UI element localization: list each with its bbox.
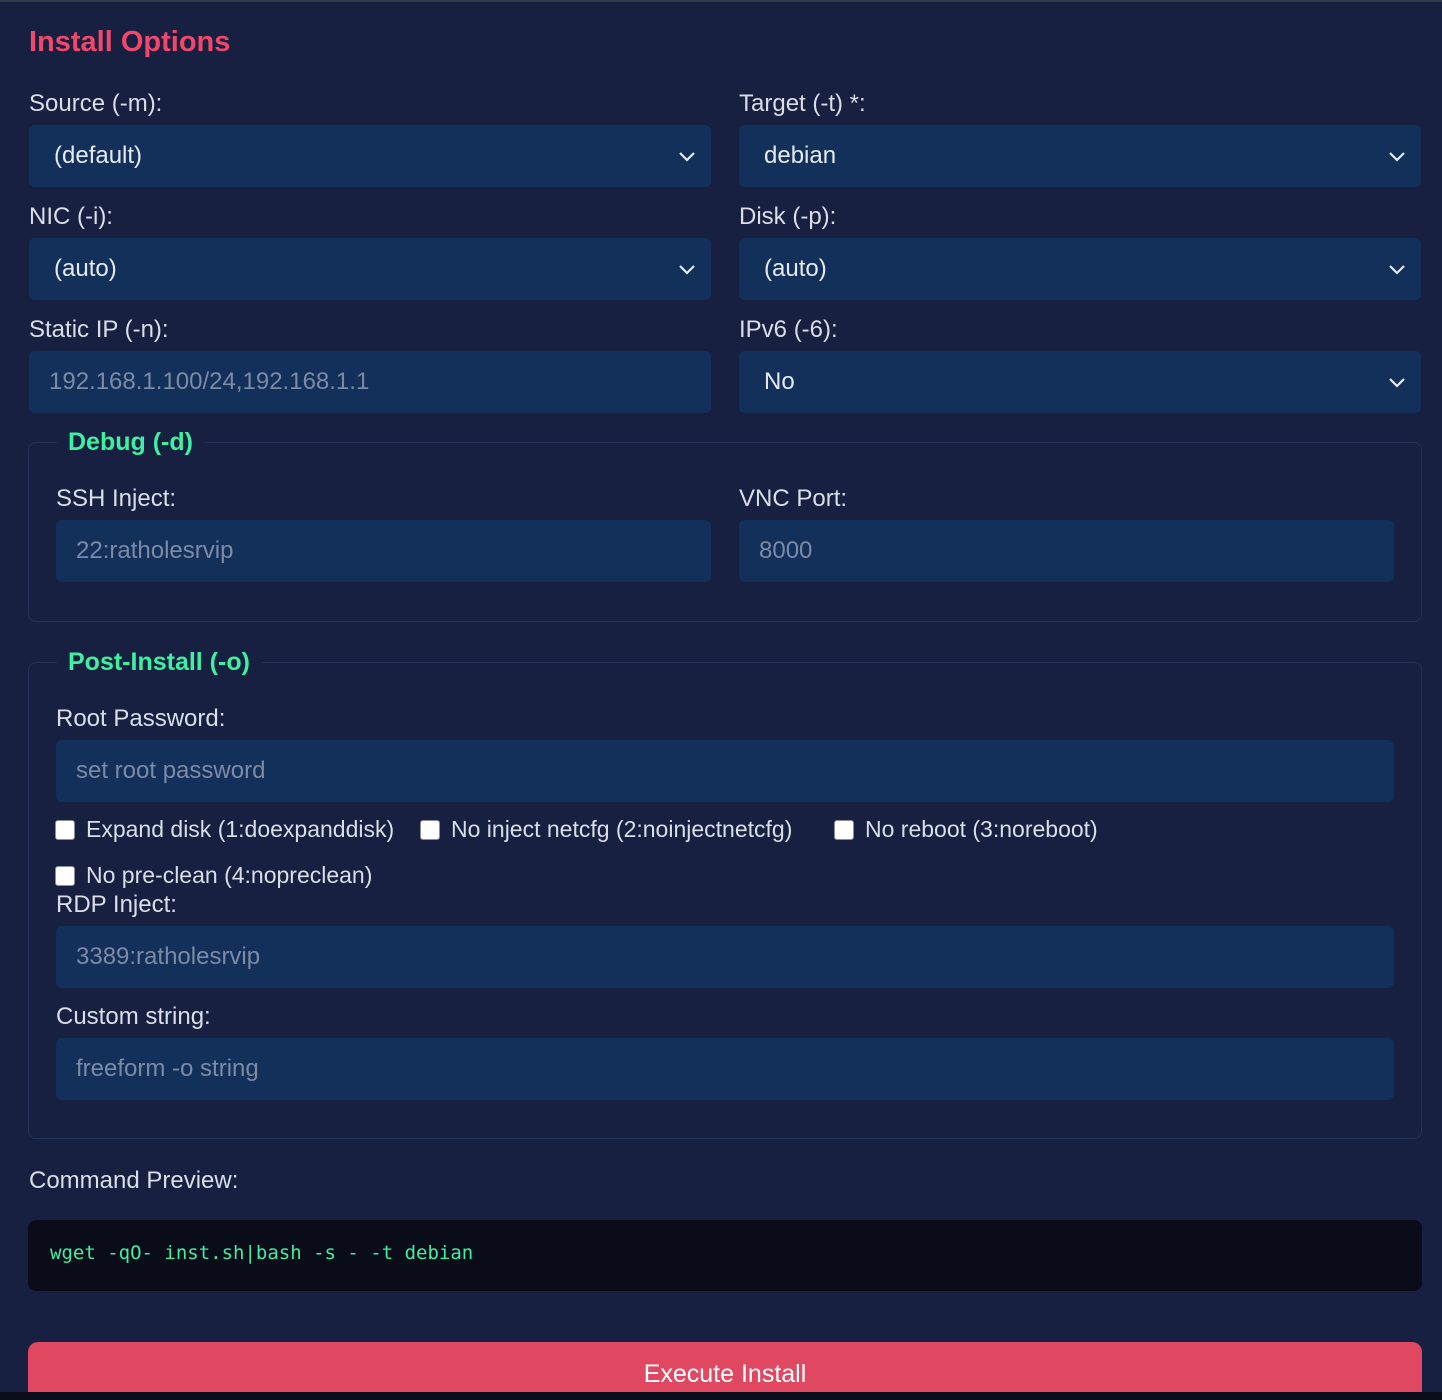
nic-select-value: (auto) (54, 255, 117, 282)
expand-disk-checkbox-row[interactable]: Expand disk (1:doexpanddisk) (55, 816, 394, 843)
rdp-inject-input[interactable] (56, 926, 1394, 988)
nic-select[interactable]: (auto) (29, 238, 711, 300)
chevron-down-icon (1389, 265, 1405, 275)
debug-legend: Debug (-d) (57, 428, 204, 457)
chevron-down-icon (679, 152, 695, 162)
target-select-value: debian (764, 142, 837, 169)
source-select-value: (default) (54, 142, 143, 169)
page-title: Install Options (29, 26, 231, 58)
ipv6-select-value: No (764, 368, 795, 395)
vnc-port-label: VNC Port: (739, 485, 848, 512)
chevron-down-icon (1389, 378, 1405, 388)
command-preview-label: Command Preview: (29, 1167, 239, 1194)
ssh-inject-label: SSH Inject: (56, 485, 177, 512)
vnc-port-input[interactable] (739, 520, 1394, 582)
install-options-panel: Install Options Source (-m): (default) T… (0, 0, 1442, 1392)
static-ip-input[interactable] (29, 351, 711, 413)
source-select[interactable]: (default) (29, 125, 711, 187)
root-password-input[interactable] (56, 740, 1394, 802)
no-reboot-checkbox-row[interactable]: No reboot (3:noreboot) (834, 816, 1098, 843)
root-password-label: Root Password: (56, 705, 226, 732)
disk-label: Disk (-p): (739, 203, 837, 230)
chevron-down-icon (1389, 152, 1405, 162)
ssh-inject-input[interactable] (56, 520, 711, 582)
target-select[interactable]: debian (739, 125, 1421, 187)
chevron-down-icon (679, 265, 695, 275)
no-inject-netcfg-checkbox[interactable] (420, 819, 440, 840)
command-preview: wget -qO- inst.sh|bash -s - -t debian (28, 1220, 1422, 1291)
custom-string-input[interactable] (56, 1038, 1394, 1100)
expand-disk-checkbox[interactable] (55, 819, 75, 840)
custom-string-label: Custom string: (56, 1003, 211, 1030)
disk-select-value: (auto) (764, 255, 827, 282)
no-pre-clean-label: No pre-clean (4:nopreclean) (86, 862, 373, 888)
static-ip-label: Static IP (-n): (29, 316, 169, 343)
no-inject-netcfg-checkbox-row[interactable]: No inject netcfg (2:noinjectnetcfg) (420, 816, 792, 843)
target-label: Target (-t) *: (739, 90, 866, 117)
post-install-legend: Post-Install (-o) (57, 648, 261, 677)
no-pre-clean-checkbox[interactable] (55, 865, 75, 886)
ipv6-select[interactable]: No (739, 351, 1421, 413)
no-reboot-label: No reboot (3:noreboot) (865, 816, 1098, 842)
execute-install-button[interactable]: Execute Install (28, 1342, 1422, 1392)
no-inject-netcfg-label: No inject netcfg (2:noinjectnetcfg) (451, 816, 793, 842)
no-pre-clean-checkbox-row[interactable]: No pre-clean (4:nopreclean) (55, 862, 372, 889)
expand-disk-label: Expand disk (1:doexpanddisk) (86, 816, 395, 842)
nic-label: NIC (-i): (29, 203, 113, 230)
source-label: Source (-m): (29, 90, 163, 117)
ipv6-label: IPv6 (-6): (739, 316, 838, 343)
disk-select[interactable]: (auto) (739, 238, 1421, 300)
rdp-inject-label: RDP Inject: (56, 891, 177, 918)
no-reboot-checkbox[interactable] (834, 819, 854, 840)
